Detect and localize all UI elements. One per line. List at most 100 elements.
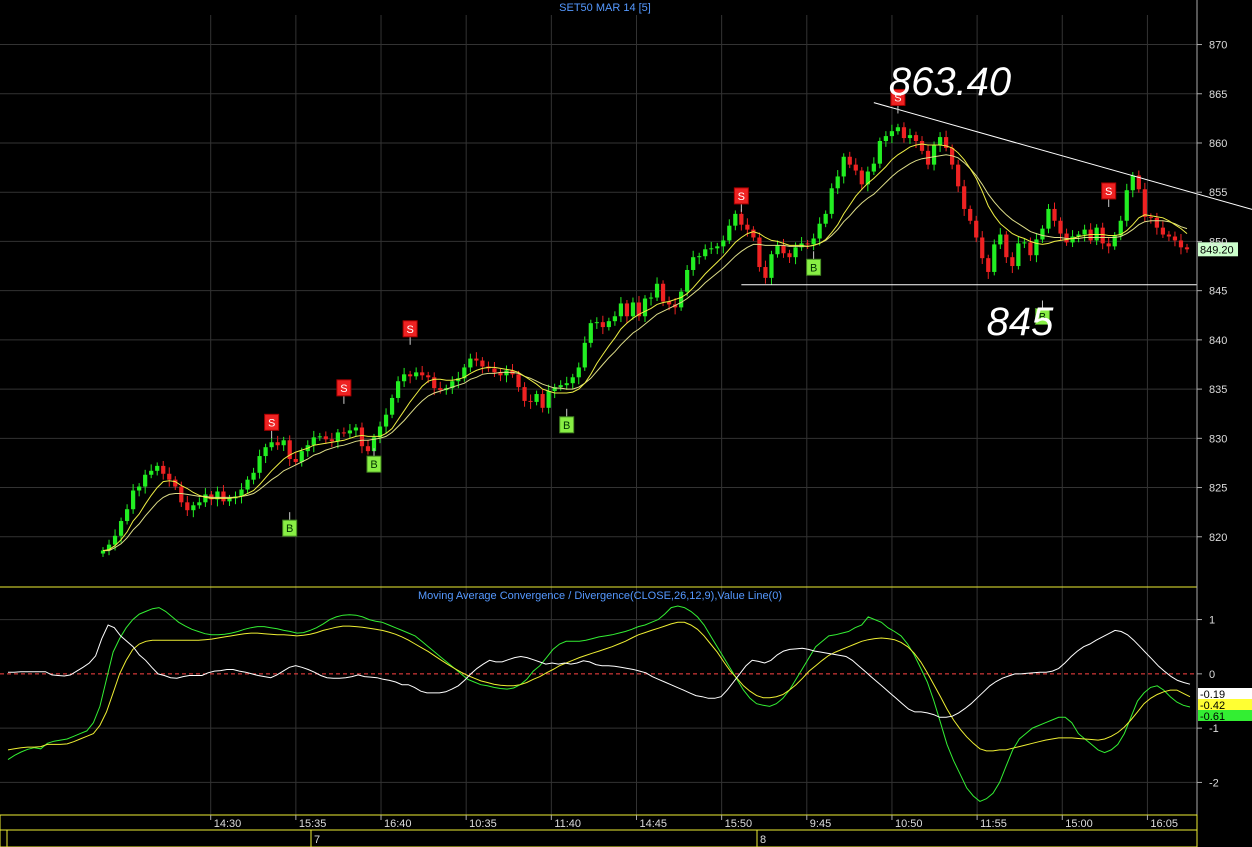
candle-body xyxy=(787,253,792,258)
candle-body xyxy=(191,505,196,511)
candle-body xyxy=(883,136,888,142)
candle-body xyxy=(1034,239,1039,256)
candle-body xyxy=(299,451,304,462)
candle-body xyxy=(654,283,660,298)
candle-body xyxy=(811,238,816,245)
candle-body xyxy=(998,234,1003,245)
candle-body xyxy=(648,297,654,299)
signal-label: S xyxy=(268,417,275,429)
price-tick-label: 860 xyxy=(1209,138,1227,150)
candle[interactable] xyxy=(829,183,834,219)
candle-body xyxy=(1028,242,1033,256)
candle-body xyxy=(257,456,262,473)
candle-body xyxy=(793,247,798,258)
time-tick-label: 15:00 xyxy=(1065,818,1093,830)
candle-body xyxy=(763,267,768,278)
candle-body xyxy=(281,440,286,446)
macd-title: Moving Average Convergence / Divergence(… xyxy=(418,590,782,602)
candle-body xyxy=(155,465,160,471)
candle[interactable] xyxy=(389,394,395,419)
badge-label: -0.61 xyxy=(1200,711,1225,723)
candle-body xyxy=(907,135,913,139)
macd-tick-label: -2 xyxy=(1209,777,1219,789)
candle-body xyxy=(167,473,172,480)
candle-body xyxy=(715,246,720,249)
candle-body xyxy=(612,316,617,322)
candle-body xyxy=(594,322,599,324)
price-tick-label: 865 xyxy=(1209,89,1227,101)
time-axis-frame xyxy=(0,814,1198,847)
candle-body xyxy=(889,131,895,137)
price-tick-label: 830 xyxy=(1209,433,1227,445)
candle-body xyxy=(402,374,407,382)
candle-body xyxy=(359,427,365,447)
candle-body xyxy=(468,358,473,368)
candle[interactable] xyxy=(1124,183,1129,227)
candle-body xyxy=(968,208,973,221)
candle-body xyxy=(353,427,359,431)
candle-body xyxy=(847,156,852,165)
price-tick-label: 835 xyxy=(1209,384,1227,396)
candle-body xyxy=(124,509,130,522)
candle-body xyxy=(962,186,967,209)
candle-body xyxy=(582,342,587,368)
candle-body xyxy=(624,303,630,317)
candle-body xyxy=(408,374,413,377)
candle-body xyxy=(414,372,419,377)
candle-body xyxy=(293,459,298,462)
candle-body xyxy=(1004,234,1009,258)
candle-body xyxy=(1130,175,1135,191)
candle-body xyxy=(1052,208,1057,221)
candle-body xyxy=(956,164,961,187)
candle-body xyxy=(829,188,834,214)
candle-body xyxy=(480,360,485,367)
time-tick-label: 15:50 xyxy=(725,818,753,830)
chart-canvas: SBSBSBSBSBS849.20 -0.19-0.42-0.61 820825… xyxy=(0,0,1252,847)
candle-body xyxy=(703,249,708,257)
candle-body xyxy=(420,372,425,376)
candle-body xyxy=(546,391,551,408)
time-tick-label: 11:55 xyxy=(980,818,1007,830)
day-label: 8 xyxy=(760,834,766,846)
candle-body xyxy=(817,223,822,239)
candle-body xyxy=(221,491,226,502)
candle-body xyxy=(606,321,611,328)
candle-body xyxy=(245,479,250,490)
candle-body xyxy=(438,388,443,391)
candle-body xyxy=(137,486,142,491)
candle-body xyxy=(697,256,702,258)
candle-body xyxy=(805,243,810,245)
time-tick-label: 14:45 xyxy=(639,818,667,830)
candle[interactable] xyxy=(757,232,762,272)
candle-body xyxy=(492,368,497,373)
candle-body xyxy=(974,220,979,238)
candle[interactable] xyxy=(992,239,997,276)
candle-body xyxy=(118,521,124,536)
candle-body xyxy=(540,394,545,408)
candle-body xyxy=(679,291,684,308)
candle-body xyxy=(143,474,148,487)
candle-body xyxy=(739,213,744,225)
candle-body xyxy=(323,436,328,440)
candle-body xyxy=(516,374,521,388)
signal-label: S xyxy=(738,191,745,203)
candle-body xyxy=(389,397,395,415)
candle-body xyxy=(871,163,876,172)
candle-body xyxy=(112,535,118,545)
candle-body xyxy=(1070,236,1075,243)
candle-body xyxy=(564,383,569,386)
candle-body xyxy=(365,446,371,452)
candle-body xyxy=(853,164,858,171)
candle-body xyxy=(769,254,774,278)
candle-body xyxy=(1046,208,1051,229)
candle-body xyxy=(1106,243,1111,247)
candle-body xyxy=(600,322,605,328)
candle-body xyxy=(185,502,190,511)
candle-body xyxy=(618,303,624,317)
candle-body xyxy=(1016,243,1021,267)
price-tick-label: 840 xyxy=(1209,335,1227,347)
candle-body xyxy=(570,377,575,384)
macd-tick-label: 1 xyxy=(1209,615,1215,627)
signal-label: B xyxy=(563,420,570,432)
candle-body xyxy=(751,229,756,238)
